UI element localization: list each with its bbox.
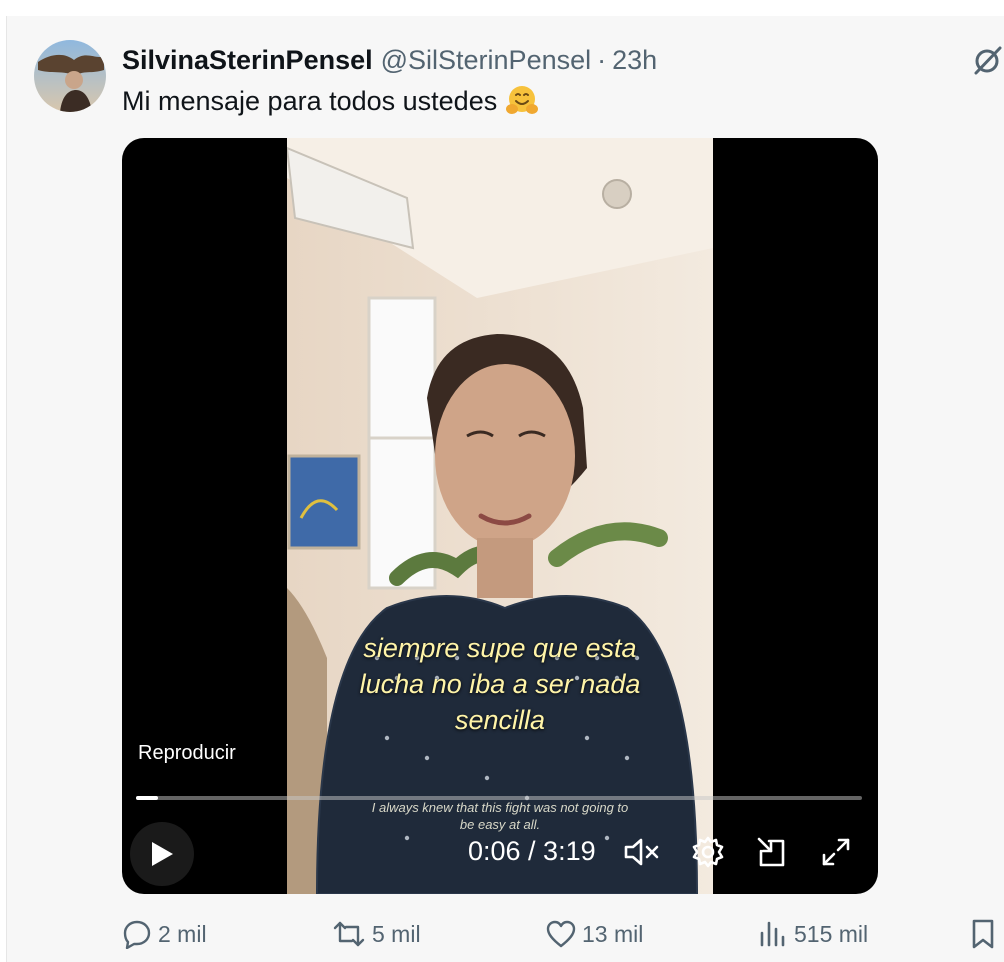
video-progress-fill [136,796,158,800]
bookmark-icon [972,919,994,949]
play-icon [152,842,173,866]
views-chart-icon [760,921,785,947]
video-subtitle: I always knew that this fight was not go… [287,799,713,833]
avatar[interactable] [34,40,106,112]
tweet-timestamp[interactable]: 23h [612,45,657,76]
like-button[interactable]: 13 mil [546,910,643,958]
video-player[interactable]: siempre supe que esta lucha no iba a ser… [122,138,878,894]
hugging-face-icon [505,84,539,118]
reply-button[interactable]: 2 mil [122,910,207,958]
play-button[interactable] [130,822,194,886]
grok-icon[interactable] [972,44,1004,76]
repost-count: 5 mil [372,920,421,947]
video-timer: 0:06 / 3:19 [468,836,596,866]
tweet-text: Mi mensaje para todos ustedes [122,85,498,116]
picture-in-picture-button[interactable] [752,832,792,872]
bookmark-button[interactable] [970,910,1002,958]
caption-line: lucha no iba a ser nada [359,669,641,699]
reply-icon [123,920,151,949]
settings-button[interactable] [688,832,728,872]
muted-speaker-icon [624,838,659,866]
settings-gear-icon [692,836,724,868]
repost-icon [333,921,365,947]
repost-button[interactable]: 5 mil [332,910,421,958]
author-name[interactable]: SilvinaSterinPensel [122,45,373,76]
caption-line: siempre supe que esta [363,633,637,663]
top-strip [0,0,1004,16]
play-label: Reproducir [138,742,236,764]
heart-icon [546,920,576,948]
mute-button[interactable] [622,832,662,872]
author-handle[interactable]: @SilSterinPensel [381,45,592,76]
tweet-actions: 2 mil 5 mil 13 mil 515 mil [0,910,1004,958]
video-caption: siempre supe que esta lucha no iba a ser… [287,630,713,738]
separator-dot: · [597,44,607,75]
caption-line: sencilla [454,705,546,735]
video-frame [287,138,713,894]
tweet-header: SilvinaSterinPensel @SilSterinPensel · 2… [122,40,657,80]
tweet-text-row: Mi mensaje para todos ustedes [122,84,539,118]
fullscreen-icon [822,838,850,866]
fullscreen-button[interactable] [816,832,856,872]
video-progress-bar[interactable] [136,796,862,800]
subtitle-line: be easy at all. [459,817,541,832]
view-count: 515 mil [794,920,869,947]
like-count: 13 mil [582,920,644,947]
subtitle-line: I always knew that this fight was not go… [371,800,629,815]
views-button[interactable]: 515 mil [758,910,868,958]
reply-count: 2 mil [158,920,207,947]
picture-in-picture-icon [757,837,785,867]
